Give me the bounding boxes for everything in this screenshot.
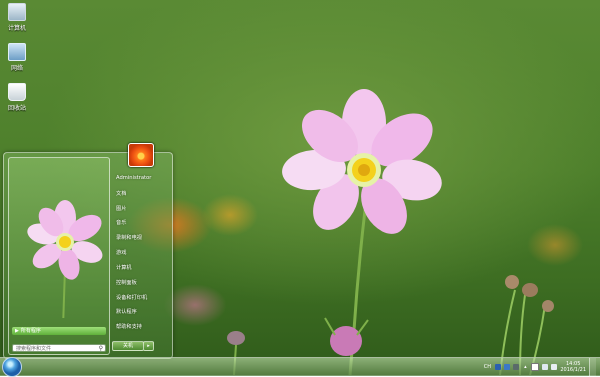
help-icon[interactable] [504,364,511,370]
desktop-icon-label: 回收站 [7,105,26,112]
settings-icon[interactable] [513,364,520,370]
user-avatar[interactable] [128,143,154,167]
all-programs-label: 所有程序 [20,328,41,334]
language-indicator[interactable]: CH [482,364,492,370]
search-placeholder: 搜索程序和文件 [16,346,52,352]
menu-item-documents[interactable]: 文档 [116,190,126,197]
shutdown-label: 关机 [122,343,133,349]
ime-icon[interactable] [495,364,502,370]
computer-icon [8,3,26,21]
system-tray: CH ▴ 14:05 2016/1/21 [482,358,600,376]
menu-item-computer[interactable]: 计算机 [116,264,132,271]
menu-item-label: 帮助和支持 [116,324,142,330]
menu-item-control-panel[interactable]: 控制面板 [116,279,137,286]
network-icon [8,43,26,61]
volume-icon[interactable] [551,364,558,370]
desktop-icon-label: 计算机 [7,25,26,32]
menu-item-label: 图片 [116,206,127,212]
language-label: CH [483,364,491,370]
menu-item-label: 音乐 [116,220,127,226]
menu-item-label: 录制和电视 [116,235,142,241]
desktop-icon-computer[interactable]: 计算机 [0,3,34,32]
search-icon: ⚲ [98,345,103,352]
flower-preview-image [27,200,103,318]
shutdown-options-button[interactable]: ▸ [143,341,154,351]
menu-item-games[interactable]: 游戏 [116,249,126,256]
start-button[interactable] [2,357,22,377]
desktop-icon-network[interactable]: 网络 [0,43,34,72]
start-menu-programs-pane: ▶ 所有程序 搜索程序和文件 ⚲ [8,157,110,355]
desktop-icon-recycle-bin[interactable]: 回收站 [0,83,34,112]
menu-item-default-programs[interactable]: 默认程序 [116,308,137,315]
clock-date: 2016/1/21 [560,367,586,373]
start-menu: ▶ 所有程序 搜索程序和文件 ⚲ Administrator 文档 图片 音乐 录… [3,143,173,359]
recycle-bin-icon [8,83,26,101]
user-name-label: Administrator [116,175,152,181]
shutdown-button[interactable]: 关机 [112,341,144,351]
menu-item-recorded-tv[interactable]: 录制和电视 [116,234,142,241]
show-desktop-button[interactable] [589,358,596,376]
chevron-up-icon[interactable]: ▴ [522,364,528,370]
desktop-icon-label: 网络 [10,65,23,72]
network-tray-icon[interactable] [542,364,549,370]
flag-icon[interactable] [531,363,540,371]
menu-item-label: 文档 [116,191,127,197]
arrow-right-icon: ▸ [147,343,150,349]
clock[interactable]: 14:05 2016/1/21 [560,361,586,373]
menu-item-user[interactable]: Administrator [116,175,151,181]
menu-item-label: 游戏 [116,250,127,256]
menu-item-label: 设备和打印机 [116,295,148,301]
all-programs-button[interactable]: ▶ 所有程序 [12,327,106,335]
taskbar: CH ▴ 14:05 2016/1/21 [0,357,600,377]
menu-item-label: 控制面板 [116,280,137,286]
menu-item-music[interactable]: 音乐 [116,219,126,226]
menu-item-pictures[interactable]: 图片 [116,205,126,212]
search-input[interactable]: 搜索程序和文件 ⚲ [12,344,106,352]
menu-item-label: 计算机 [116,265,132,271]
menu-item-devices-printers[interactable]: 设备和打印机 [116,294,147,301]
arrow-right-icon: ▶ [15,328,19,334]
menu-item-label: 默认程序 [116,309,137,315]
menu-item-help-support[interactable]: 帮助和支持 [116,323,142,330]
